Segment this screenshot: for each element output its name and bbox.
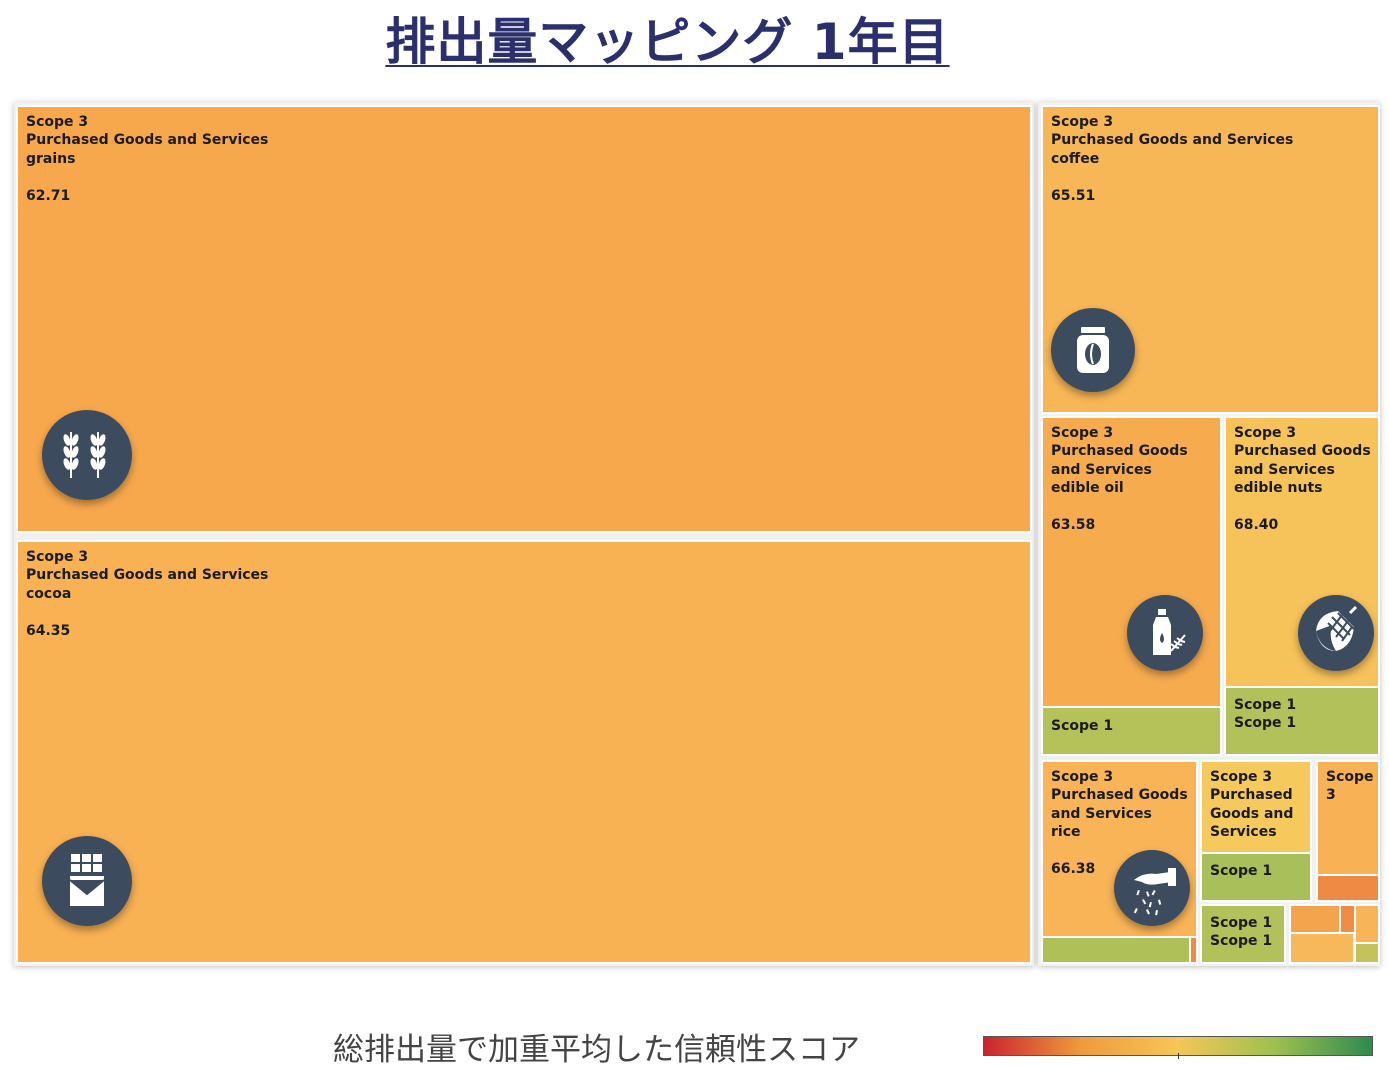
cell-subscope: Scope 1 [1210, 933, 1273, 950]
treemap-cell-tiny-3[interactable] [1354, 904, 1380, 944]
cell-label: Scope 3 Purchased Goods and Services gra… [26, 113, 1026, 205]
cell-label: Scope 3 Purchased Goods and Services edi… [1051, 424, 1216, 534]
cell-category: Purchased Goods [1051, 787, 1188, 804]
cell-scope: Scope 1 [1210, 863, 1273, 879]
cell-scope: Scope [1326, 769, 1374, 785]
cell-value: 65.51 [1051, 187, 1096, 204]
cell-label: Scope 3 Purchased Goods and Services coc… [26, 548, 1026, 640]
cell-category-cont2: Services [1210, 823, 1277, 840]
treemap-cell-scope3-small[interactable]: Scope 3 [1316, 760, 1380, 876]
treemap-cell-tiny-4[interactable] [1289, 932, 1355, 964]
cell-scope: Scope 1 [1234, 697, 1297, 713]
cell-value: 68.40 [1234, 517, 1279, 534]
cell-scope: Scope 3 [1234, 425, 1297, 441]
treemap-cell-scope1-scope1[interactable]: Scope 1 Scope 1 [1200, 904, 1286, 964]
cell-value: 63.58 [1051, 517, 1096, 534]
cell-scope: Scope 3 [1210, 769, 1273, 785]
cell-value: 62.71 [26, 187, 71, 204]
cell-subscope: Scope 1 [1234, 715, 1297, 732]
treemap-cell-grains[interactable]: Scope 3 Purchased Goods and Services gra… [16, 105, 1032, 533]
cell-label: Scope 1 [1051, 717, 1216, 735]
cell-label: Scope 1 [1210, 862, 1306, 880]
cell-label: Scope 3 Purchased Goods and Services [1210, 768, 1306, 841]
cell-category: Purchased Goods and Services [1051, 132, 1294, 149]
cell-label: Scope 3 Purchased Goods and Services cof… [1051, 113, 1374, 205]
treemap-cell-edible-nuts-scope1[interactable]: Scope 1 Scope 1 [1224, 686, 1380, 756]
treemap-cell-edible-oil-scope1[interactable]: Scope 1 [1041, 706, 1222, 756]
cell-scope: Scope 3 [26, 114, 89, 130]
color-legend-tick [1178, 1053, 1179, 1059]
cell-label: Scope 3 [1326, 768, 1374, 805]
treemap-cell-tiny-1[interactable] [1289, 904, 1341, 934]
treemap-cell-tiny-5[interactable] [1354, 942, 1380, 964]
chocolate-bar-icon [42, 836, 132, 926]
cell-category-cont: and Services [1051, 461, 1152, 478]
cell-scope: Scope 1 [1210, 915, 1273, 931]
coffee-jar-icon [1051, 308, 1135, 392]
treemap-cell-rice-scope1[interactable] [1041, 936, 1191, 964]
cell-category-cont: and Services [1234, 461, 1335, 478]
cell-item: coffee [1051, 150, 1100, 167]
cell-scope: Scope 1 [1051, 718, 1114, 734]
treemap-cell-purchased-goods-scope1[interactable]: Scope 1 [1200, 852, 1312, 902]
rice-hand-icon [1114, 850, 1190, 926]
cell-label: Scope 1 Scope 1 [1210, 914, 1280, 951]
cell-item: edible nuts [1234, 479, 1323, 496]
cell-scope: Scope 3 [1051, 114, 1114, 130]
cell-category-cont: Goods and [1210, 805, 1294, 822]
cell-category: Purchased Goods and Services [26, 567, 269, 584]
oil-bottle-icon [1127, 595, 1203, 671]
chart-title: 排出量マッピング 1年目 [385, 13, 950, 71]
cell-item: cocoa [26, 585, 72, 602]
cell-scope-num: 3 [1326, 787, 1336, 804]
treemap-cell-purchased-goods[interactable]: Scope 3 Purchased Goods and Services [1200, 760, 1312, 854]
treemap-cell-rice-minor[interactable] [1189, 936, 1198, 964]
cell-category-cont: and Services [1051, 805, 1152, 822]
cell-category: Purchased Goods [1234, 443, 1371, 460]
acorn-icon [1298, 595, 1374, 671]
cell-category: Purchased Goods and Services [26, 132, 269, 149]
cell-value: 64.35 [26, 622, 71, 639]
cell-scope: Scope 3 [1051, 769, 1114, 785]
cell-item: rice [1051, 823, 1081, 840]
cell-label: Scope 3 Purchased Goods and Services edi… [1234, 424, 1374, 534]
cell-scope: Scope 3 [1051, 425, 1114, 441]
treemap-cell-small-red[interactable] [1316, 874, 1380, 902]
wheat-icon [42, 410, 132, 500]
cell-item: grains [26, 150, 76, 167]
cell-scope: Scope 3 [26, 549, 89, 565]
cell-category: Purchased Goods [1051, 443, 1188, 460]
cell-item: edible oil [1051, 479, 1124, 496]
cell-label: Scope 1 Scope 1 [1234, 696, 1374, 733]
color-legend-label: 総排出量で加重平均した信頼性スコア [333, 1032, 860, 1068]
treemap-cell-cocoa[interactable]: Scope 3 Purchased Goods and Services coc… [16, 540, 1032, 964]
cell-category: Purchased [1210, 787, 1293, 804]
